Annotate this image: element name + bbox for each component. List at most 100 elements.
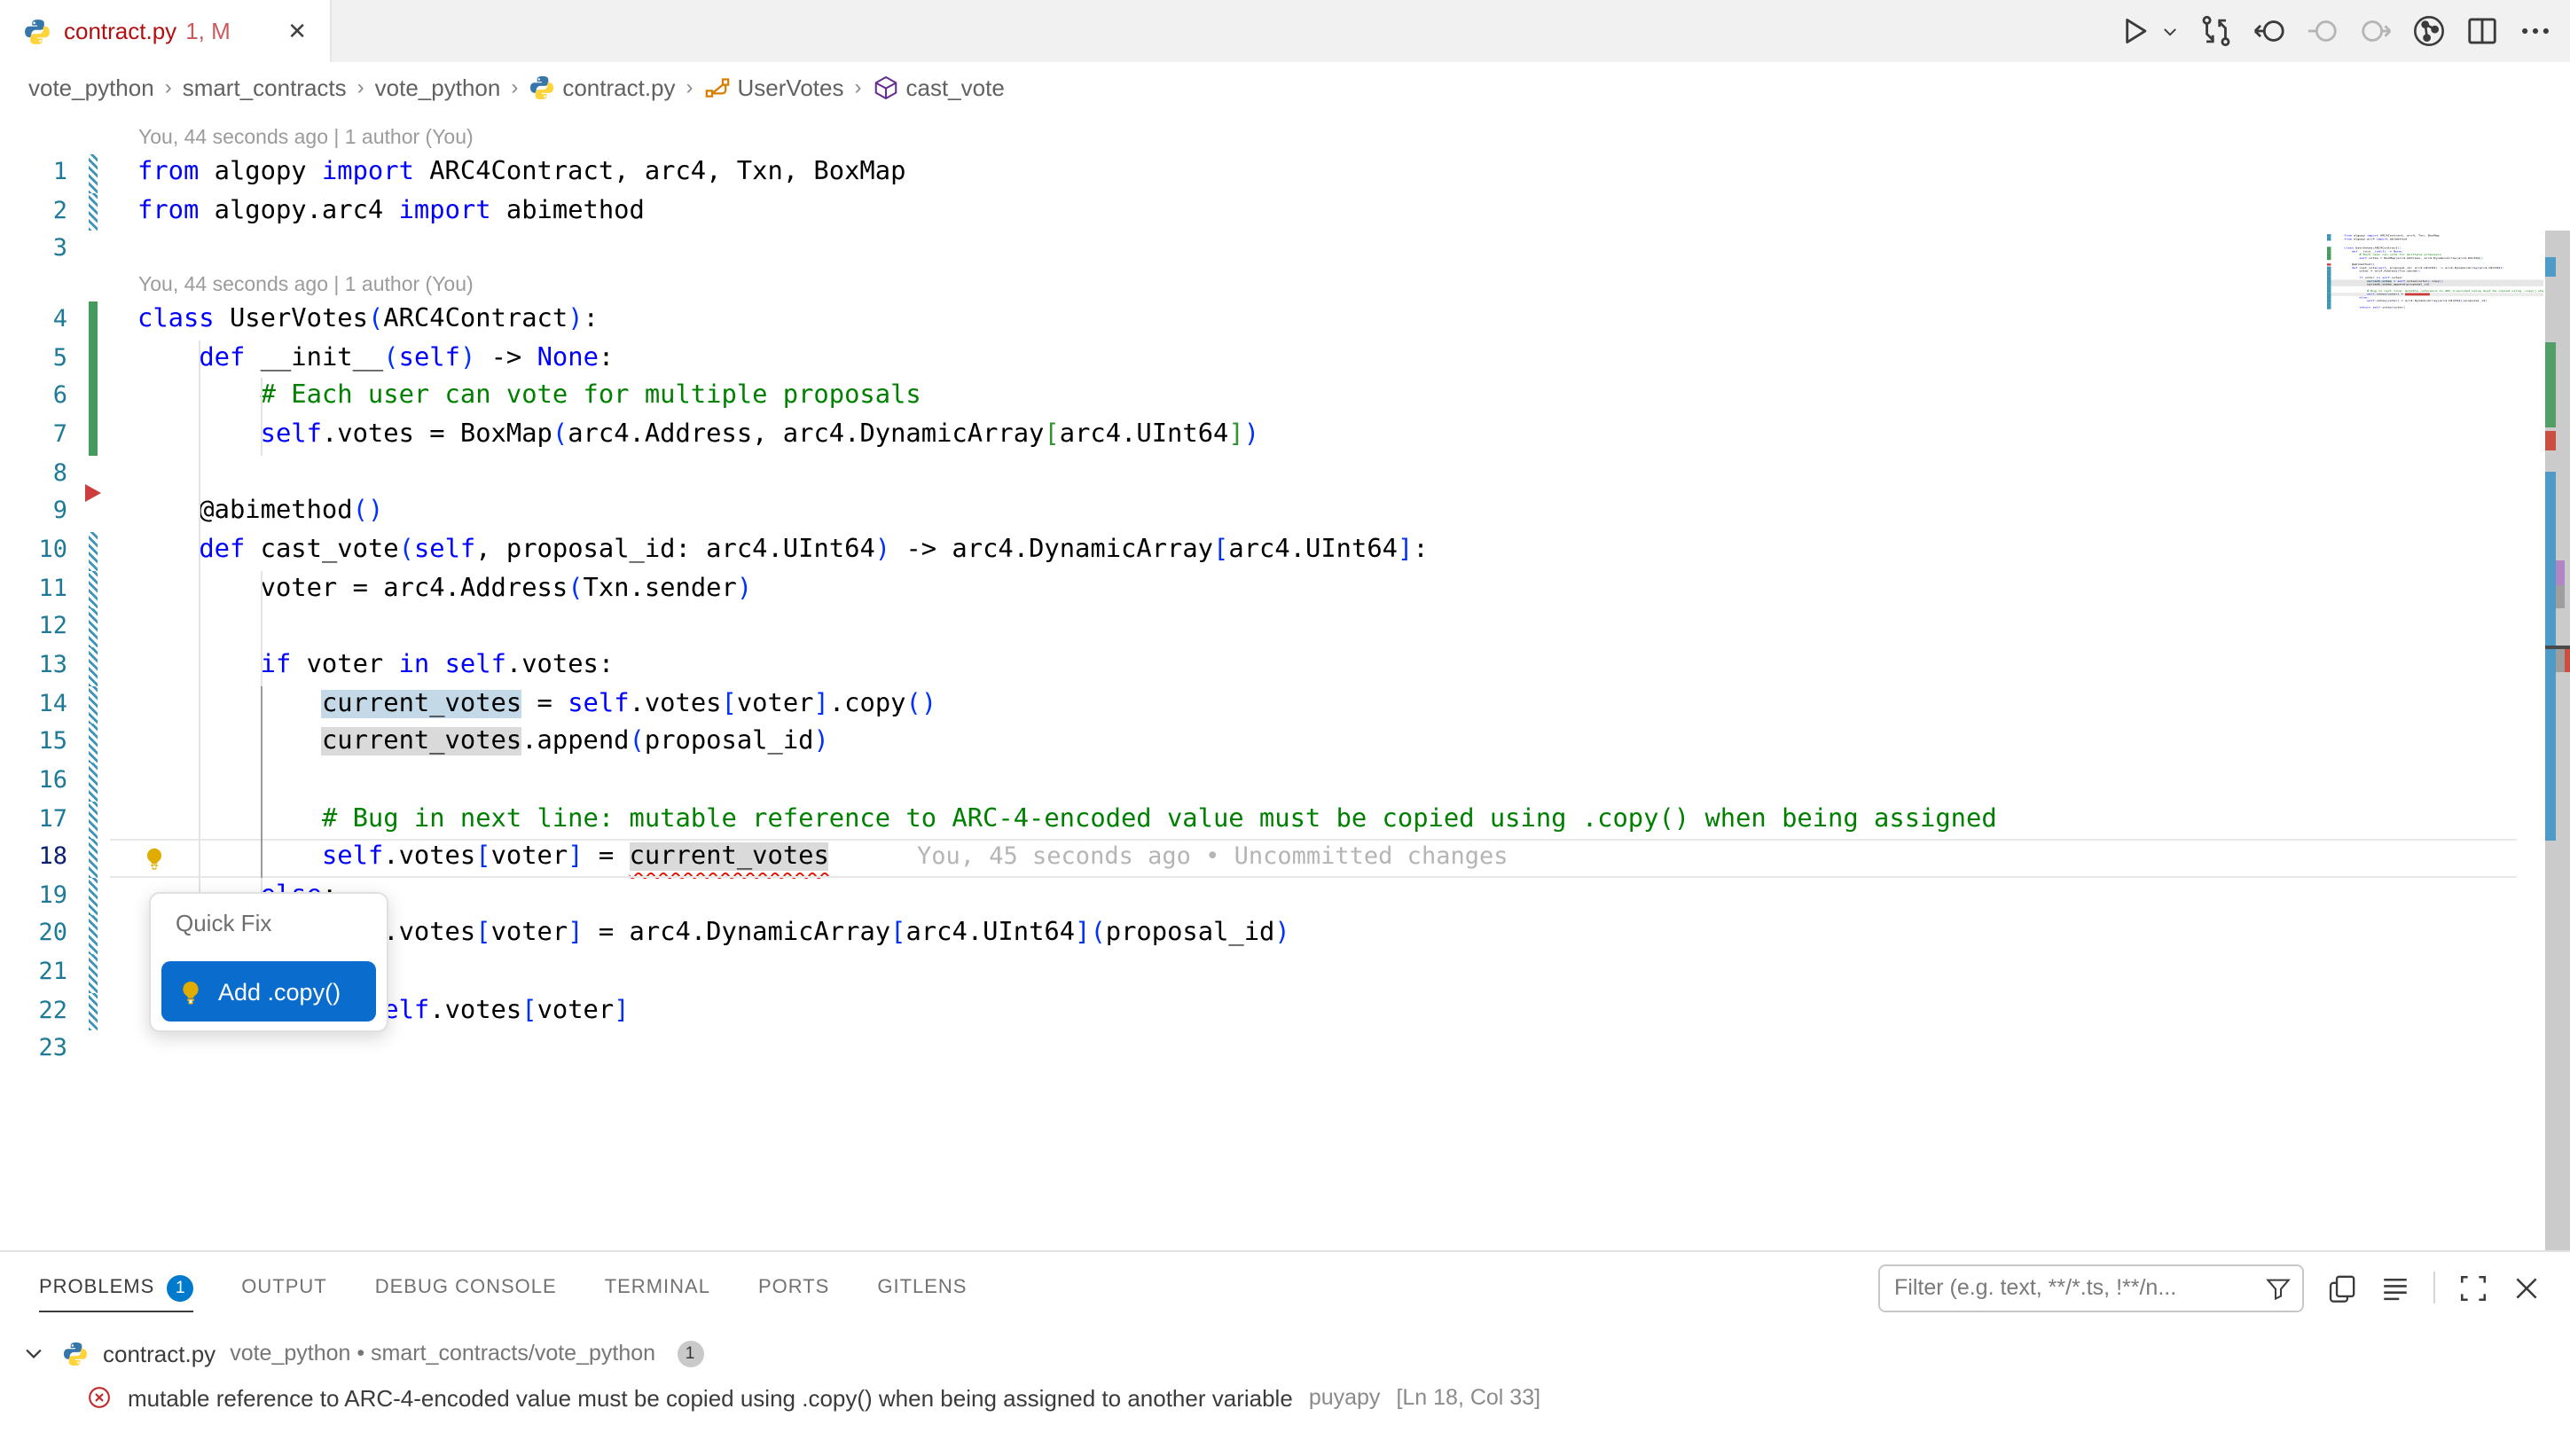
line-number: 14 bbox=[0, 685, 67, 724]
close-icon[interactable]: ✕ bbox=[282, 13, 312, 49]
line-number: 9 bbox=[0, 494, 67, 532]
code-line[interactable]: 13 if voter in self.votes: bbox=[0, 647, 2543, 685]
tab-gitlens[interactable]: GITLENS bbox=[877, 1252, 967, 1323]
bottom-panel: PROBLEMS 1 OUTPUT DEBUG CONSOLE TERMINAL… bbox=[0, 1250, 2570, 1456]
quick-fix-action-add-copy[interactable]: Add .copy() bbox=[161, 961, 376, 1022]
line-number: 8 bbox=[0, 455, 67, 493]
navigate-back-icon[interactable] bbox=[2253, 14, 2286, 48]
breadcrumb-separator: › bbox=[357, 74, 364, 99]
git-gutter-decoration bbox=[89, 570, 98, 608]
editor-tab-bar: contract.py 1, M ✕ bbox=[0, 0, 2570, 62]
vscode-window: contract.py 1, M ✕ vote_python › smart_c… bbox=[0, 0, 2570, 1456]
git-gutter-decoration bbox=[89, 801, 98, 839]
problems-file-row[interactable]: contract.py vote_python • smart_contract… bbox=[0, 1334, 2570, 1373]
breadcrumb: vote_python › smart_contracts › vote_pyt… bbox=[0, 62, 2570, 112]
git-gutter-decoration bbox=[89, 379, 98, 417]
problem-source: puyapy bbox=[1309, 1385, 1381, 1410]
commit-graph-icon[interactable] bbox=[2412, 14, 2446, 48]
view-as-list-icon[interactable] bbox=[2380, 1272, 2410, 1303]
code-line[interactable]: 6 # Each user can vote for multiple prop… bbox=[0, 379, 2543, 417]
code-line[interactable]: 1from algopy import ARC4Contract, arc4, … bbox=[0, 154, 2543, 192]
overview-ruler-mark-highlight bbox=[2556, 560, 2565, 585]
code-lens: You, 44 seconds ago | 1 author (You) bbox=[0, 270, 2543, 301]
line-number: 20 bbox=[0, 916, 67, 954]
quick-fix-title: Quick Fix bbox=[176, 910, 387, 936]
line-number: 22 bbox=[0, 993, 67, 1031]
code-text: def cast_vote(self, proposal_id: arc4.UI… bbox=[0, 532, 1429, 570]
tab-ports[interactable]: PORTS bbox=[758, 1252, 829, 1323]
breadcrumb-item-folder[interactable]: smart_contracts bbox=[183, 74, 347, 100]
code-line[interactable]: 4class UserVotes(ARC4Contract): bbox=[0, 301, 2543, 340]
code-line[interactable]: 12 bbox=[0, 608, 2543, 646]
code-line[interactable]: 8 bbox=[0, 455, 2543, 493]
line-number: 15 bbox=[0, 724, 67, 762]
copy-icon[interactable] bbox=[2327, 1272, 2357, 1303]
line-number: 13 bbox=[0, 647, 67, 685]
code-line[interactable]: 15 current_votes.append(proposal_id) bbox=[0, 724, 2543, 762]
code-line[interactable]: 23 bbox=[0, 1031, 2543, 1069]
code-line[interactable]: 3 bbox=[0, 231, 2543, 270]
maximize-panel-icon[interactable] bbox=[2458, 1272, 2488, 1303]
overview-ruler-mark-added bbox=[2545, 342, 2556, 427]
minimap[interactable]: You, 44 seconds ago | 1 author (You)1fro… bbox=[2327, 231, 2543, 1224]
code-editor[interactable]: You, 44 seconds ago | 1 author (You)1fro… bbox=[0, 112, 2570, 1250]
tab-contract-py[interactable]: contract.py 1, M ✕ bbox=[0, 0, 332, 62]
code-line[interactable]: 18 self.votes[voter] = current_votesYou,… bbox=[0, 839, 2543, 877]
git-gutter-decoration bbox=[89, 154, 98, 192]
overview-ruler-mark-highlight bbox=[2556, 585, 2565, 608]
code-line[interactable]: 16 bbox=[0, 763, 2543, 801]
line-number: 3 bbox=[0, 231, 67, 270]
problem-message: mutable reference to ARC-4-encoded value… bbox=[128, 1384, 1293, 1411]
code-line[interactable]: 9 @abimethod() bbox=[0, 494, 2543, 532]
code-line[interactable]: 10 def cast_vote(self, proposal_id: arc4… bbox=[0, 532, 2543, 570]
line-number: 17 bbox=[0, 801, 67, 839]
tab-debug-console[interactable]: DEBUG CONSOLE bbox=[375, 1252, 557, 1323]
filter-funnel-icon[interactable] bbox=[2265, 1274, 2292, 1301]
code-line[interactable]: 5 def __init__(self) -> None: bbox=[0, 340, 2543, 378]
chevron-down-icon[interactable] bbox=[21, 1341, 46, 1366]
problems-filter-input[interactable] bbox=[1894, 1275, 2265, 1300]
overview-ruler-mark-modified bbox=[2545, 472, 2556, 841]
tab-output[interactable]: OUTPUT bbox=[241, 1252, 326, 1323]
lightbulb-icon[interactable] bbox=[142, 846, 167, 871]
line-number: 12 bbox=[0, 608, 67, 646]
tab-problems[interactable]: PROBLEMS 1 bbox=[39, 1252, 193, 1323]
git-gutter-decoration bbox=[89, 417, 98, 455]
code-text: from algopy import ARC4Contract, arc4, T… bbox=[0, 154, 905, 192]
method-icon bbox=[873, 74, 899, 100]
code-lens: You, 44 seconds ago | 1 author (You) bbox=[0, 122, 2543, 154]
run-icon[interactable] bbox=[2118, 14, 2151, 48]
more-actions-icon[interactable] bbox=[2519, 14, 2552, 48]
breadcrumb-item-folder[interactable]: vote_python bbox=[375, 74, 501, 100]
line-number: 10 bbox=[0, 532, 67, 570]
breadcrumb-item-method[interactable]: cast_vote bbox=[873, 74, 1005, 100]
next-change-icon[interactable] bbox=[2359, 14, 2393, 48]
breadcrumb-item-class[interactable]: UserVotes bbox=[704, 74, 844, 100]
overview-ruler[interactable] bbox=[2545, 231, 2570, 1250]
inline-blame: You, 45 seconds ago • Uncommitted change… bbox=[917, 839, 1508, 877]
git-gutter-decoration bbox=[89, 340, 98, 378]
overview-ruler-mark-modified bbox=[2545, 257, 2556, 277]
code-line[interactable]: 14 current_votes = self.votes[voter].cop… bbox=[0, 685, 2543, 724]
breadcrumb-item-folder[interactable]: vote_python bbox=[28, 74, 154, 100]
quick-fix-action-label: Add .copy() bbox=[218, 978, 341, 1005]
code-text: current_votes.append(proposal_id) bbox=[0, 724, 829, 762]
breadcrumb-separator: › bbox=[855, 74, 862, 99]
overview-ruler-mark-deleted bbox=[2545, 431, 2556, 450]
line-number: 5 bbox=[0, 340, 67, 378]
close-panel-icon[interactable] bbox=[2511, 1272, 2542, 1303]
split-editor-icon[interactable] bbox=[2465, 14, 2499, 48]
code-line[interactable]: 11 voter = arc4.Address(Txn.sender) bbox=[0, 570, 2543, 608]
overview-ruler-mark-error bbox=[2565, 649, 2570, 672]
run-dropdown-icon[interactable] bbox=[2160, 14, 2180, 48]
compare-changes-icon[interactable] bbox=[2199, 14, 2233, 48]
code-line[interactable]: 2from algopy.arc4 import abimethod bbox=[0, 192, 2543, 231]
python-icon bbox=[62, 1340, 89, 1366]
error-icon bbox=[87, 1385, 112, 1410]
breadcrumb-item-file[interactable]: contract.py bbox=[529, 74, 675, 100]
code-line[interactable]: 7 self.votes = BoxMap(arc4.Address, arc4… bbox=[0, 417, 2543, 455]
tab-terminal[interactable]: TERMINAL bbox=[605, 1252, 710, 1323]
code-line[interactable]: 17 # Bug in next line: mutable reference… bbox=[0, 801, 2543, 839]
problems-error-row[interactable]: mutable reference to ARC-4-encoded value… bbox=[0, 1378, 2570, 1417]
previous-change-icon[interactable] bbox=[2306, 14, 2339, 48]
